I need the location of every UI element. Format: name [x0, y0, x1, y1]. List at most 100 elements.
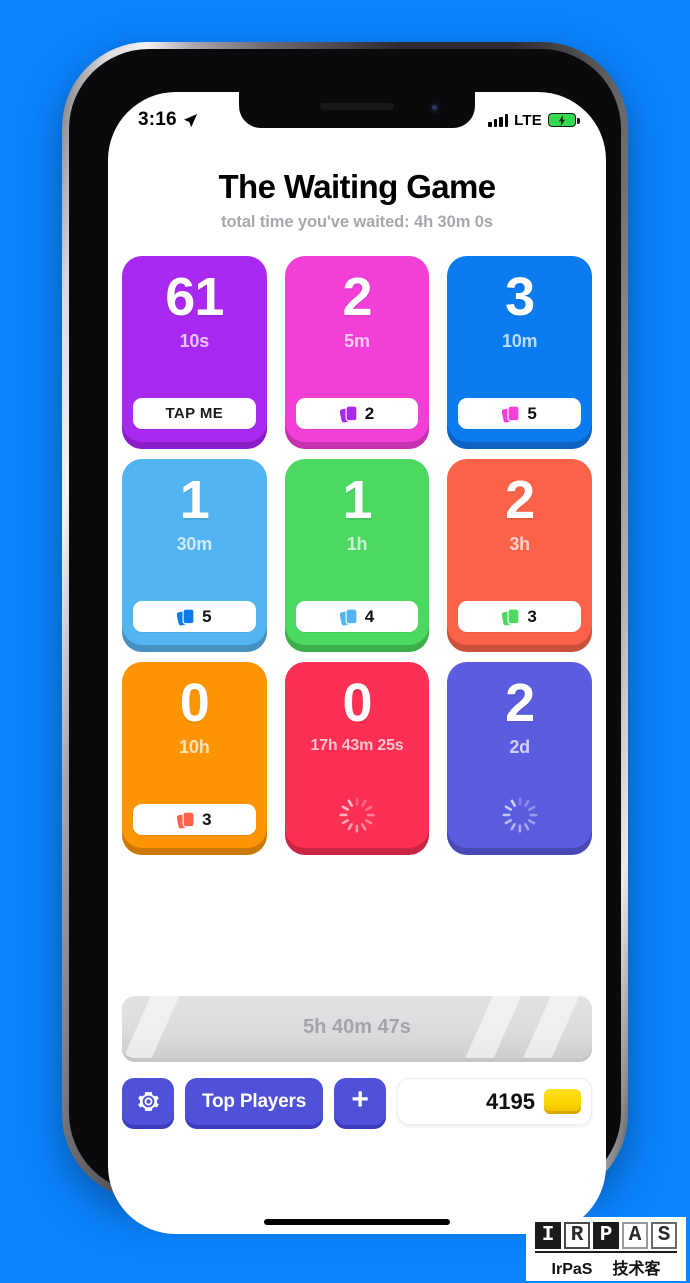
add-button[interactable]: + [334, 1078, 387, 1125]
tile-footer: TAP ME [133, 398, 256, 429]
tile-count: 3 [505, 267, 535, 327]
watermark-caption: IrPaS 技术客 [535, 1251, 677, 1279]
tile-10m[interactable]: 3 10m 5 [447, 256, 592, 442]
tile-footer [296, 791, 419, 835]
tile-interval: 10h [179, 736, 210, 757]
card-stack-icon [339, 405, 358, 422]
card-stack-icon [177, 811, 195, 828]
tile-count: 0 [179, 673, 210, 733]
location-arrow-icon [183, 113, 197, 127]
watermark-letter: A [622, 1222, 648, 1249]
tile-interval: 10s [179, 330, 210, 351]
card-stack-count: 5 [527, 403, 537, 423]
card-stack-count: 3 [527, 606, 537, 626]
tile-count: 0 [342, 673, 372, 733]
watermark-letter: P [593, 1222, 619, 1249]
page-subtitle: total time you've waited: 4h 30m 0s [221, 213, 493, 231]
settings-button[interactable] [122, 1078, 174, 1125]
tile-2d[interactable]: 2 2d [447, 662, 592, 848]
loading-spinner-icon [502, 797, 538, 833]
watermark: IRPAS IrPaS 技术客 [526, 1217, 686, 1281]
tile-interval: 1h [346, 533, 368, 554]
status-bar-right: LTE [488, 104, 580, 129]
coin-count: 4195 [486, 1088, 535, 1114]
tile-count: 2 [505, 470, 535, 530]
collect-cards-button[interactable]: 5 [133, 601, 256, 632]
page-title: The Waiting Game [218, 168, 496, 205]
tile-17h-43m-25s[interactable]: 0 17h 43m 25s [284, 662, 430, 848]
status-bar-left: 3:16 [138, 101, 198, 131]
watermark-letter: S [651, 1222, 677, 1249]
app-content: The Waiting Game total time you've waite… [108, 140, 606, 1234]
battery-charging-icon [548, 113, 580, 127]
collect-cards-button[interactable]: 2 [295, 398, 419, 429]
screenshot-root: 3:16 LTE The Waiting Game total time you… [0, 0, 690, 1283]
collect-cards-button[interactable]: 3 [133, 804, 256, 835]
coin-balance[interactable]: 4195 [397, 1078, 592, 1125]
shine-stripe [122, 996, 184, 1058]
watermark-letter: R [564, 1222, 590, 1249]
bottom-toolbar: Top Players + 4195 [122, 1078, 592, 1125]
tile-count: 2 [505, 673, 535, 733]
earpiece-speaker [320, 103, 394, 110]
card-stack-count: 4 [364, 606, 375, 626]
tile-interval: 17h 43m 25s [310, 736, 404, 754]
card-stack-count: 3 [202, 809, 212, 829]
loading-spinner-icon [339, 797, 375, 833]
tile-interval: 5m [344, 330, 370, 351]
tile-5m[interactable]: 2 5m 2 [284, 256, 430, 442]
notch [239, 92, 475, 128]
tile-count: 1 [342, 470, 372, 530]
bolt-icon [558, 114, 566, 126]
card-stack-icon [502, 608, 520, 625]
tile-footer: 2 [295, 398, 419, 429]
tile-3h[interactable]: 2 3h 3 [447, 459, 592, 645]
tap-me-label: TAP ME [165, 405, 224, 422]
gold-coin-icon [544, 1089, 581, 1114]
collect-cards-button[interactable]: 3 [458, 601, 581, 632]
front-camera [429, 102, 441, 114]
top-players-button[interactable]: Top Players [185, 1078, 324, 1125]
tile-interval: 10m [501, 330, 538, 351]
tile-10h[interactable]: 0 10h 3 [122, 662, 267, 848]
locked-bar-label: 5h 40m 47s [303, 1015, 411, 1038]
tile-interval: 3h [509, 533, 530, 554]
tile-grid: 61 10s TAP ME 2 5m 2 3 10m 5 1 30m 5 1 1h 4 2 3h 3 0 10h 3 0 1… [122, 256, 592, 848]
watermark-logo: IRPAS [535, 1222, 677, 1249]
phone-frame: 3:16 LTE The Waiting Game total time you… [62, 42, 628, 1234]
locked-progress-bar[interactable]: 5h 40m 47s [122, 996, 592, 1058]
tile-interval: 2d [509, 736, 530, 757]
tile-footer: 4 [295, 601, 419, 632]
card-stack-count: 2 [364, 403, 375, 423]
tile-footer: 5 [133, 601, 256, 632]
cellular-bars-icon [488, 113, 509, 127]
network-label: LTE [514, 111, 542, 129]
watermark-name: IrPaS [551, 1261, 593, 1278]
tile-1h[interactable]: 1 1h 4 [284, 459, 430, 645]
collect-cards-button[interactable]: 4 [295, 601, 419, 632]
tile-footer: 3 [458, 601, 581, 632]
shine-stripe [506, 996, 584, 1058]
tile-count: 61 [165, 267, 224, 327]
tile-10s[interactable]: 61 10s TAP ME [122, 256, 267, 442]
tile-footer: 5 [458, 398, 581, 429]
tile-count: 2 [342, 267, 372, 327]
collect-cards-button[interactable]: 5 [458, 398, 581, 429]
tile-interval: 30m [176, 533, 213, 554]
tile-30m[interactable]: 1 30m 5 [122, 459, 267, 645]
watermark-letter: I [535, 1222, 561, 1249]
tile-count: 1 [179, 470, 210, 530]
watermark-tagline: 技术客 [612, 1261, 661, 1278]
card-stack-icon [502, 405, 520, 422]
card-stack-icon [177, 608, 195, 625]
gear-icon [137, 1092, 159, 1111]
shine-stripe [448, 996, 526, 1058]
card-stack-icon [339, 608, 358, 625]
phone-screen: 3:16 LTE The Waiting Game total time you… [108, 92, 606, 1234]
status-time: 3:16 [138, 109, 177, 130]
card-stack-count: 5 [202, 606, 212, 626]
home-indicator[interactable] [264, 1219, 450, 1225]
tile-footer [458, 791, 581, 835]
tile-footer: 3 [133, 804, 256, 835]
tap-me-button[interactable]: TAP ME [133, 398, 256, 429]
